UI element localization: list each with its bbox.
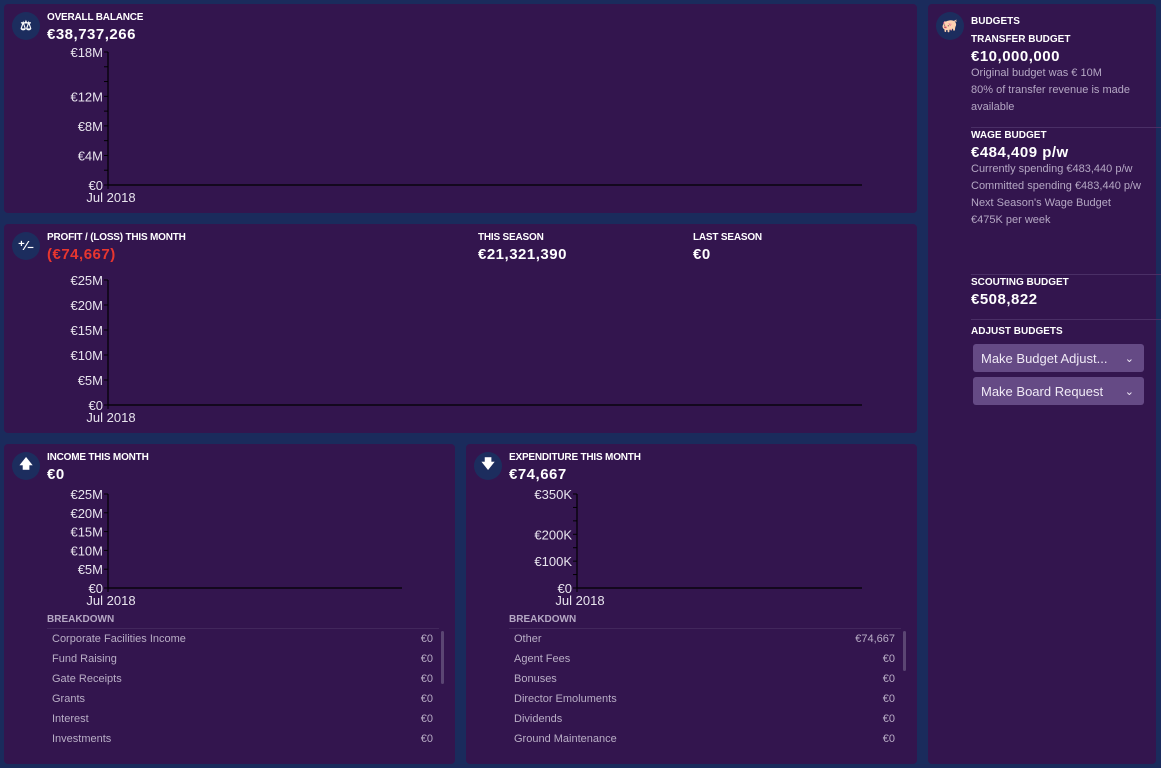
y-tick-label: €12M — [70, 89, 103, 104]
y-tick-label: €25M — [70, 273, 103, 288]
y-tick-label: €18M — [70, 45, 103, 60]
x-tick-label: Jul 2018 — [86, 190, 135, 205]
y-tick-label: €15M — [70, 525, 103, 540]
y-tick-label: €10M — [70, 348, 103, 363]
y-tick-label: €20M — [70, 506, 103, 521]
y-tick-label: €20M — [70, 298, 103, 313]
y-tick-label: €8M — [78, 119, 103, 134]
x-tick-label: Jul 2018 — [555, 593, 604, 608]
y-tick-label: €350K — [534, 487, 572, 502]
x-tick-label: Jul 2018 — [86, 593, 135, 608]
y-tick-label: €5M — [78, 373, 103, 388]
y-tick-label: €100K — [534, 554, 572, 569]
charts-layer: €0€4M€8M€12M€18MJul 2018€0€5M€10M€15M€20… — [70, 45, 862, 608]
y-tick-label: €10M — [70, 543, 103, 558]
x-tick-label: Jul 2018 — [86, 410, 135, 425]
y-tick-label: €5M — [78, 562, 103, 577]
y-tick-label: €25M — [70, 487, 103, 502]
y-tick-label: €200K — [534, 527, 572, 542]
y-tick-label: €15M — [70, 323, 103, 338]
y-tick-label: €4M — [78, 148, 103, 163]
